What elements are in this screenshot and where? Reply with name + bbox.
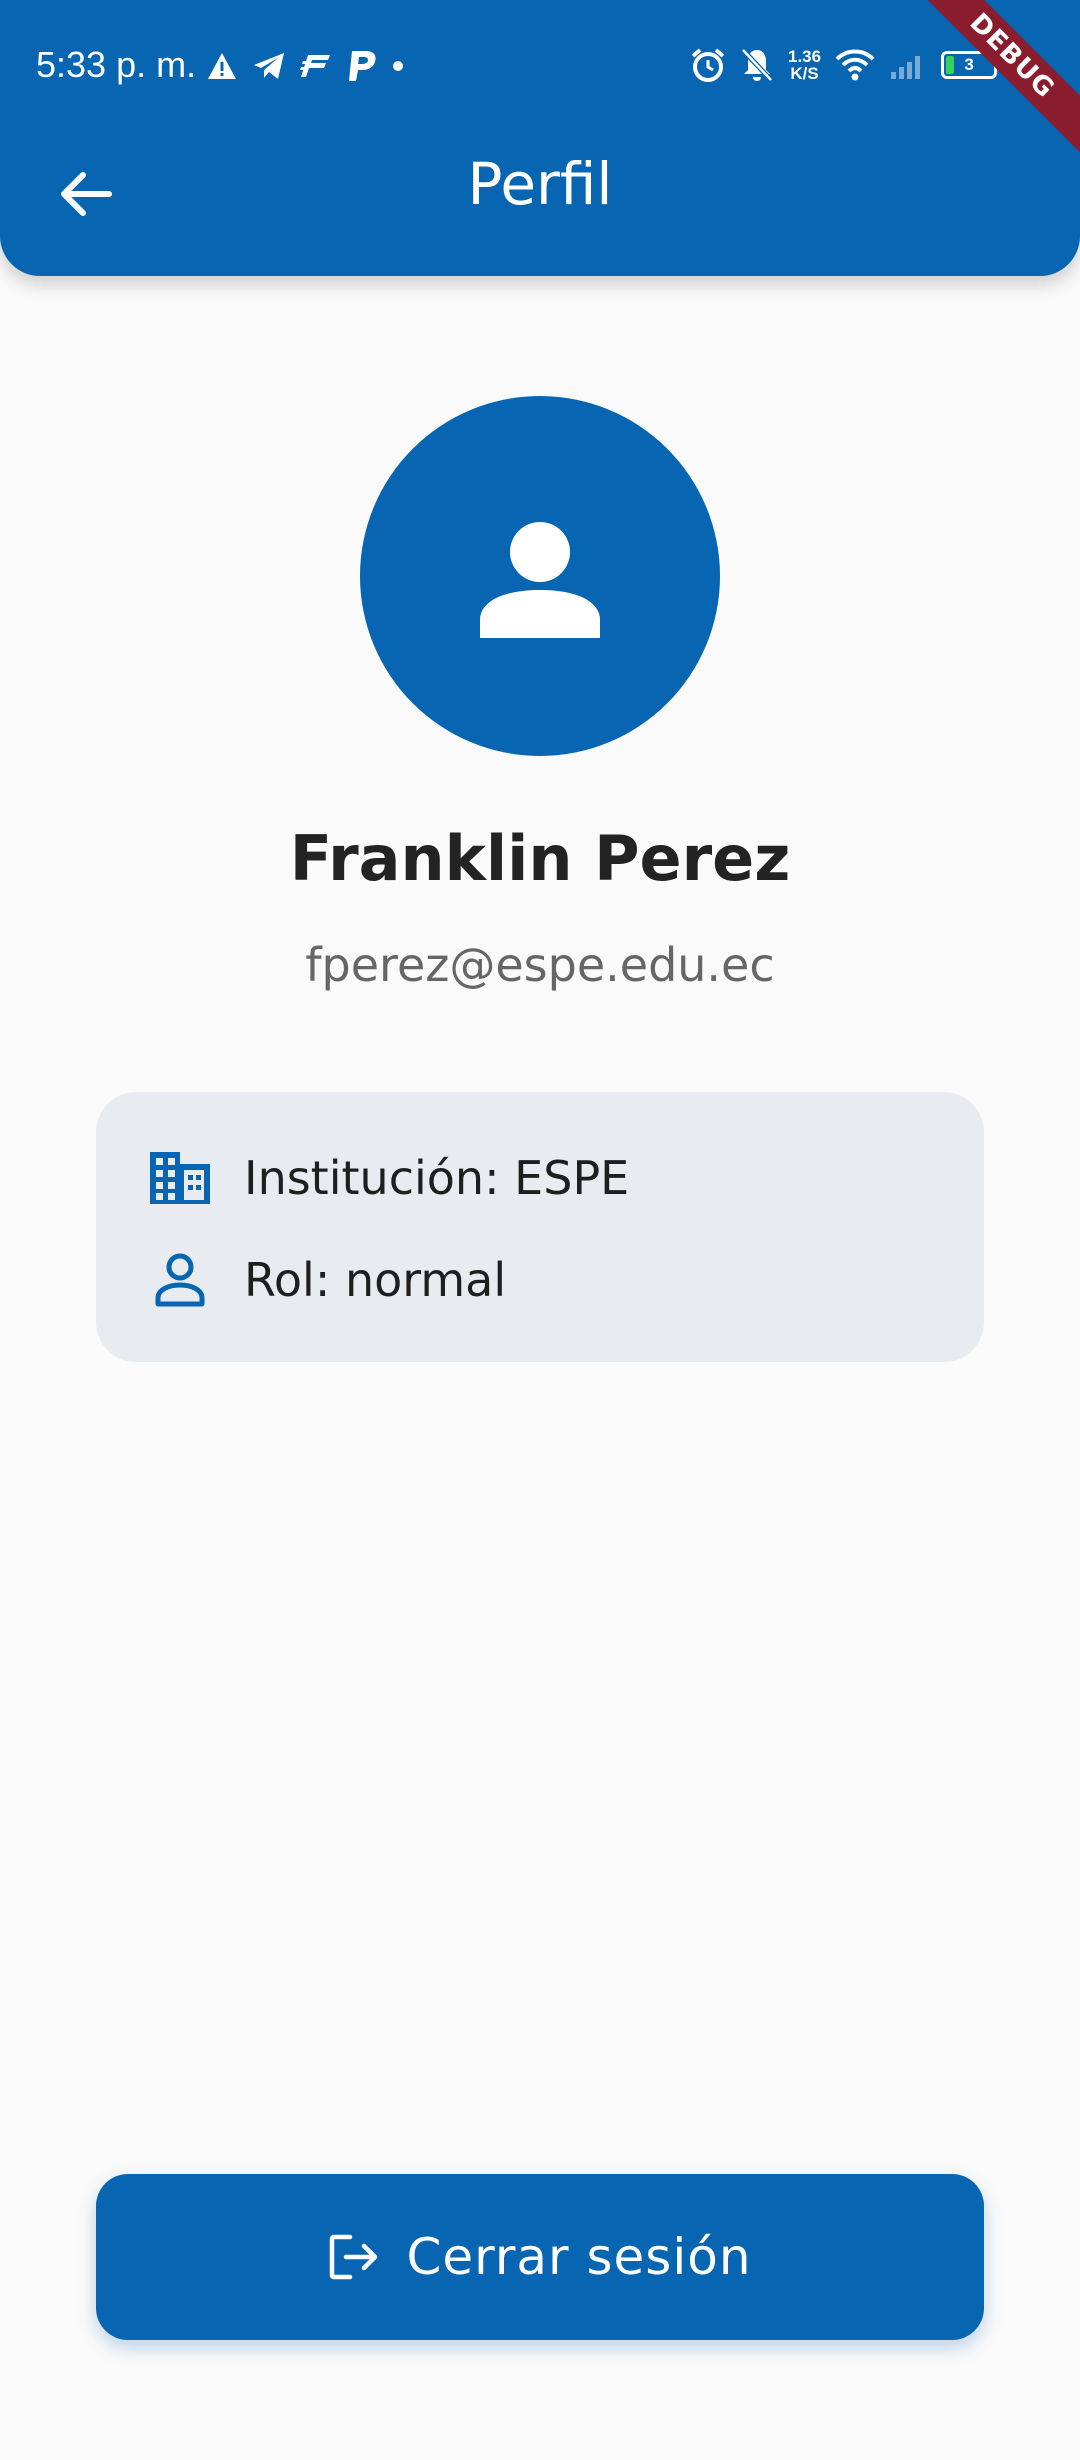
- cell-signal-icon: [891, 56, 921, 79]
- alarm-icon: [691, 48, 725, 82]
- battery-percent: 3: [964, 55, 974, 74]
- logout-icon: [330, 2234, 378, 2280]
- notification-icons: [206, 44, 404, 88]
- network-speed-unit: K/S: [790, 64, 819, 83]
- logout-label: Cerrar sesión: [406, 2228, 752, 2286]
- profile-info-card: Institución: ESPE Rol: normal: [96, 1092, 984, 1362]
- page-title: Perfil: [467, 150, 613, 218]
- profile-name: Franklin Perez: [289, 822, 791, 895]
- wifi-icon: [835, 49, 875, 81]
- system-icons: 1.36 K/S 3: [690, 40, 1004, 90]
- telegram-icon: [254, 53, 284, 79]
- app-bar: 5:33 p. m. 1.36 K/S 3 DEBUG Perfil: [0, 0, 1080, 276]
- status-time: 5:33 p. m.: [36, 44, 197, 85]
- warning-icon: [208, 53, 236, 79]
- more-notifications-dot-icon: [393, 61, 403, 71]
- network-speed: 1.36 K/S: [788, 48, 821, 82]
- person-outline-icon: [155, 1253, 205, 1307]
- avatar: [360, 396, 720, 756]
- role-label: Rol: normal: [244, 1253, 507, 1307]
- status-bar: 5:33 p. m. 1.36 K/S 3 DEBUG: [0, 0, 1080, 163]
- profile-email: fperez@espe.edu.ec: [305, 938, 775, 992]
- person-icon: [480, 522, 600, 638]
- institution-row: Institución: ESPE: [148, 1146, 629, 1210]
- battery-level: [946, 56, 955, 74]
- network-speed-value: 1.36: [788, 47, 822, 66]
- business-icon: [150, 1152, 210, 1204]
- paypal-icon: [349, 51, 376, 81]
- role-row: Rol: normal: [148, 1248, 506, 1312]
- app-f-icon: [300, 55, 330, 77]
- institution-label: Institución: ESPE: [244, 1151, 630, 1205]
- notifications-muted-icon: [741, 48, 773, 82]
- logout-button[interactable]: Cerrar sesión: [96, 2174, 984, 2340]
